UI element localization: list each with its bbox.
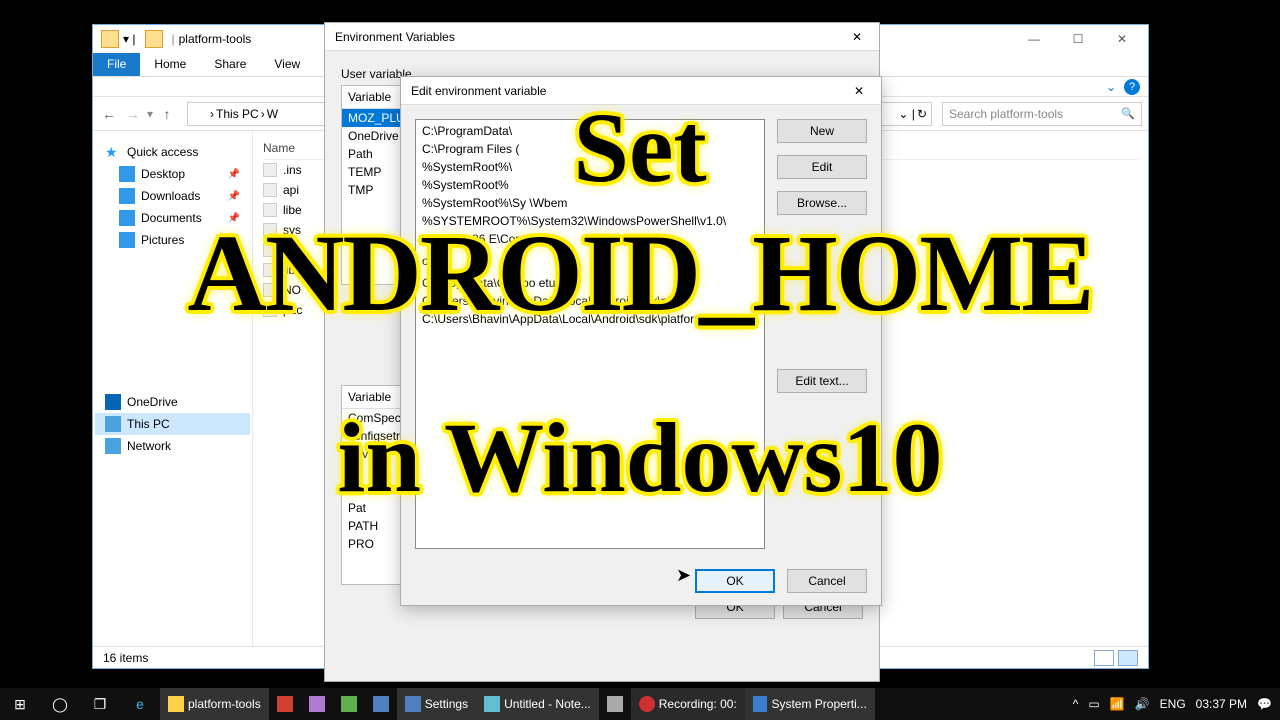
help-icon[interactable]: ?: [1124, 79, 1140, 95]
sidebar-network[interactable]: Network: [95, 435, 250, 457]
dialog-titlebar: Environment Variables ✕: [325, 23, 879, 51]
system-tray[interactable]: ^ ▭ 📶 🔊 ENG 03:37 PM 💬: [1065, 697, 1280, 711]
path-entry[interactable]: C:\Users\Bhavin\AppData\Local\Android\sd…: [418, 310, 762, 328]
battery-icon[interactable]: ▭: [1088, 697, 1099, 711]
language-indicator[interactable]: ENG: [1160, 697, 1186, 711]
onedrive-icon: [105, 394, 121, 410]
path-entry[interactable]: C:\Users\Bhavin\AppData\Local\Android\sd…: [418, 292, 762, 310]
path-entry[interactable]: %SYSTEMROOT%\System32\WindowsPowerShell\…: [418, 212, 762, 230]
sidebar-documents[interactable]: Documents📌: [95, 207, 250, 229]
path-entry[interactable]: %SystemRoot%\: [418, 158, 762, 176]
tab-file[interactable]: File: [93, 53, 140, 76]
sidebar-this-pc[interactable]: This PC: [95, 413, 250, 435]
folder-icon: [145, 30, 163, 48]
titlebar-dropdown-icon[interactable]: ▾ |: [123, 32, 135, 46]
taskbar-task[interactable]: platform-tools: [160, 688, 269, 720]
cancel-button[interactable]: Cancel: [787, 569, 867, 593]
minimize-button[interactable]: —: [1012, 25, 1056, 53]
task-view-icon[interactable]: ❐: [80, 688, 120, 720]
item-count: 16 items: [103, 651, 148, 665]
new-button[interactable]: New: [777, 119, 867, 143]
dialog-title: Edit environment variable: [411, 84, 546, 98]
network-icon: [105, 438, 121, 454]
downloads-icon: [119, 188, 135, 204]
edit-text-button[interactable]: Edit text...: [777, 369, 867, 393]
desktop-icon: [119, 166, 135, 182]
system-properties-task[interactable]: System Properti...: [745, 688, 875, 720]
up-button[interactable]: ↑: [157, 104, 177, 124]
path-entry[interactable]: on\: [418, 252, 762, 270]
taskbar-task[interactable]: [333, 688, 365, 720]
pin-icon: 📌: [228, 235, 240, 246]
pin-icon: 📌: [228, 213, 240, 224]
tab-view[interactable]: View: [260, 53, 314, 76]
sidebar-pictures[interactable]: Pictures📌: [95, 229, 250, 251]
explorer-sidebar: ★Quick access Desktop📌 Downloads📌 Docume…: [93, 131, 253, 646]
sidebar-onedrive[interactable]: OneDrive: [95, 391, 250, 413]
taskbar-task[interactable]: [301, 688, 333, 720]
folder-icon: [192, 106, 208, 122]
recording-indicator[interactable]: Recording: 00:: [631, 688, 745, 720]
record-icon: [639, 696, 655, 712]
cortana-icon[interactable]: ◯: [40, 688, 80, 720]
path-entry[interactable]: %SystemRoot%: [418, 176, 762, 194]
refresh-icon[interactable]: ↻: [917, 107, 927, 121]
wifi-icon[interactable]: 📶: [1110, 697, 1125, 711]
close-icon[interactable]: ✕: [847, 84, 871, 98]
path-entry[interactable]: %SystemRoot%\Sy \Wbem: [418, 194, 762, 212]
taskbar: ⊞ ◯ ❐ e platform-tools SettingsUntitled -…: [0, 688, 1280, 720]
volume-icon[interactable]: 🔊: [1135, 697, 1150, 711]
folder-icon: [101, 30, 119, 48]
pin-icon: 📌: [228, 191, 240, 202]
close-button[interactable]: ✕: [1100, 25, 1144, 53]
path-entry[interactable]: C:\Program Files (: [418, 140, 762, 158]
path-entry[interactable]: C:\Progra ata\Compo etup\: [418, 274, 762, 292]
browse-button[interactable]: Browse...: [777, 191, 867, 215]
forward-button[interactable]: →: [123, 104, 143, 124]
path-entry[interactable]: C:\Prog x86 E\Core-Static: [418, 230, 762, 248]
start-button[interactable]: ⊞: [0, 688, 40, 720]
sidebar-downloads[interactable]: Downloads📌: [95, 185, 250, 207]
back-button[interactable]: ←: [99, 104, 119, 124]
sidebar-desktop[interactable]: Desktop📌: [95, 163, 250, 185]
edge-icon[interactable]: e: [120, 688, 160, 720]
taskbar-task[interactable]: [365, 688, 397, 720]
dialog-titlebar: Edit environment variable ✕: [401, 77, 881, 105]
path-entry[interactable]: C:\ProgramData\: [418, 122, 762, 140]
tray-chevron-icon[interactable]: ^: [1073, 697, 1079, 711]
close-icon[interactable]: ✕: [845, 30, 869, 44]
large-icons-view-icon[interactable]: [1118, 650, 1138, 666]
star-icon: ★: [105, 144, 121, 160]
path-entries-list[interactable]: C:\ProgramData\C:\Program Files (%System…: [415, 119, 765, 549]
maximize-button[interactable]: ☐: [1056, 25, 1100, 53]
dialog-title: Environment Variables: [335, 30, 455, 44]
system-icon: [753, 696, 768, 712]
taskbar-task[interactable]: Settings: [397, 688, 476, 720]
details-view-icon[interactable]: [1094, 650, 1114, 666]
tab-home[interactable]: Home: [140, 53, 200, 76]
documents-icon: [119, 210, 135, 226]
taskbar-task[interactable]: [599, 688, 631, 720]
ok-button[interactable]: OK: [695, 569, 775, 593]
sidebar-quick-access[interactable]: ★Quick access: [95, 141, 250, 163]
taskbar-task[interactable]: Untitled - Note...: [476, 688, 599, 720]
clock[interactable]: 03:37 PM: [1196, 697, 1247, 711]
this-pc-icon: [105, 416, 121, 432]
window-title: platform-tools: [179, 32, 252, 46]
taskbar-task[interactable]: [269, 688, 301, 720]
tab-share[interactable]: Share: [200, 53, 260, 76]
search-input[interactable]: Search platform-tools: [942, 102, 1142, 126]
edit-button[interactable]: Edit: [777, 155, 867, 179]
edit-environment-variable-dialog: Edit environment variable ✕ C:\ProgramDa…: [400, 76, 882, 606]
notifications-icon[interactable]: 💬: [1257, 697, 1272, 711]
pin-icon: 📌: [228, 169, 240, 180]
pictures-icon: [119, 232, 135, 248]
